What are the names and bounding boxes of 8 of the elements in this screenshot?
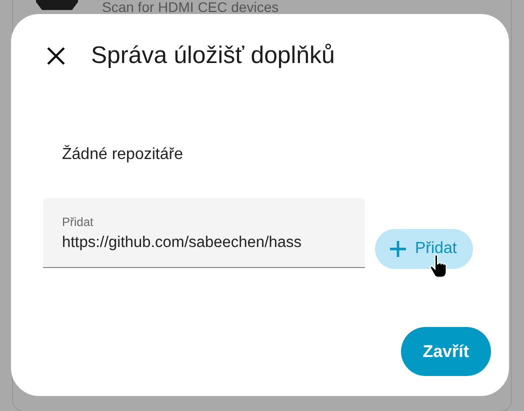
hand-pointer-icon [429,254,449,280]
close-button[interactable]: Zavřít [400,327,491,376]
dialog-title: Správa úložišť doplňků [91,42,335,70]
plus-icon [389,240,407,258]
field-label: Přidat [62,215,94,229]
empty-message: Žádné repozitáře [62,146,184,164]
url-input[interactable]: https://github.com/sabeechen/hass [62,234,351,252]
card-subtitle: Scan for HDMI CEC devices [102,0,279,15]
